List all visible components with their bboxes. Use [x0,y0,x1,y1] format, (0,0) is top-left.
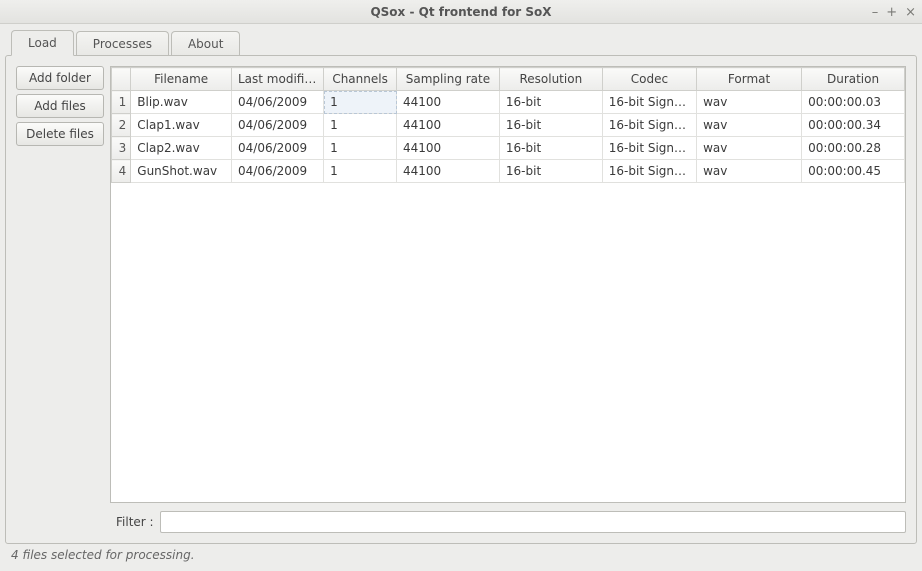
table-header-row: FilenameLast modifiedChannelsSampling ra… [112,68,905,91]
row-number: 4 [112,160,131,183]
table-row[interactable]: 2Clap1.wav04/06/200914410016-bit16-bit S… [112,114,905,137]
cell-duration[interactable]: 00:00:00.45 [802,160,905,183]
window-title: QSox - Qt frontend for SoX [0,5,922,19]
cell-duration[interactable]: 00:00:00.34 [802,114,905,137]
minimize-icon[interactable]: – [872,5,879,20]
cell-codec[interactable]: 16-bit Signed I... [602,91,696,114]
row-number: 2 [112,114,131,137]
tab-load[interactable]: Load [11,30,74,56]
add-folder-button[interactable]: Add folder [16,66,104,90]
col-header[interactable]: Format [697,68,802,91]
cell-format[interactable]: wav [697,91,802,114]
add-files-button[interactable]: Add files [16,94,104,118]
titlebar: QSox - Qt frontend for SoX – + × [0,0,922,24]
filter-input[interactable] [160,511,906,533]
cell-format[interactable]: wav [697,137,802,160]
col-header[interactable]: Duration [802,68,905,91]
tab-page-load: Add folder Add files Delete files Filena… [5,55,917,544]
cell-res[interactable]: 16-bit [499,160,602,183]
cell-duration[interactable]: 00:00:00.03 [802,91,905,114]
cell-res[interactable]: 16-bit [499,91,602,114]
cell-rate[interactable]: 44100 [397,137,500,160]
cell-channels[interactable]: 1 [324,91,397,114]
row-number: 1 [112,91,131,114]
tab-processes[interactable]: Processes [76,31,169,56]
maximize-icon[interactable]: + [886,5,897,20]
main-panel: Load Processes About Add folder Add file… [5,29,917,566]
cell-modified[interactable]: 04/06/2009 [232,160,324,183]
delete-files-label: Delete files [26,127,94,141]
table-row[interactable]: 4GunShot.wav04/06/200914410016-bit16-bit… [112,160,905,183]
file-table[interactable]: FilenameLast modifiedChannelsSampling ra… [111,67,905,183]
cell-channels[interactable]: 1 [324,160,397,183]
row-number: 3 [112,137,131,160]
filter-row: Filter : [16,511,906,533]
col-header[interactable]: Codec [602,68,696,91]
tab-load-label: Load [28,36,57,50]
tab-processes-label: Processes [93,37,152,51]
table-row[interactable]: 3Clap2.wav04/06/200914410016-bit16-bit S… [112,137,905,160]
cell-filename[interactable]: GunShot.wav [131,160,232,183]
filter-label: Filter : [116,515,154,529]
tab-strip: Load Processes About [5,29,917,55]
cell-res[interactable]: 16-bit [499,114,602,137]
cell-codec[interactable]: 16-bit Signed I... [602,160,696,183]
add-folder-label: Add folder [29,71,91,85]
cell-rate[interactable]: 44100 [397,160,500,183]
cell-res[interactable]: 16-bit [499,137,602,160]
col-header[interactable]: Sampling rate [397,68,500,91]
cell-channels[interactable]: 1 [324,137,397,160]
cell-rate[interactable]: 44100 [397,91,500,114]
col-header[interactable]: Filename [131,68,232,91]
cell-format[interactable]: wav [697,160,802,183]
add-files-label: Add files [34,99,86,113]
rownum-header [112,68,131,91]
col-header[interactable]: Channels [324,68,397,91]
cell-codec[interactable]: 16-bit Signed I... [602,114,696,137]
status-bar: 4 files selected for processing. [5,544,917,566]
table-empty-area [111,183,905,502]
cell-modified[interactable]: 04/06/2009 [232,91,324,114]
cell-filename[interactable]: Blip.wav [131,91,232,114]
status-text: 4 files selected for processing. [11,548,195,562]
table-row[interactable]: 1Blip.wav04/06/200914410016-bit16-bit Si… [112,91,905,114]
cell-modified[interactable]: 04/06/2009 [232,114,324,137]
delete-files-button[interactable]: Delete files [16,122,104,146]
window-controls: – + × [872,0,916,24]
col-header[interactable]: Last modified [232,68,324,91]
cell-filename[interactable]: Clap1.wav [131,114,232,137]
cell-format[interactable]: wav [697,114,802,137]
file-actions: Add folder Add files Delete files [16,66,104,503]
col-header[interactable]: Resolution [499,68,602,91]
cell-rate[interactable]: 44100 [397,114,500,137]
cell-modified[interactable]: 04/06/2009 [232,137,324,160]
tab-about[interactable]: About [171,31,240,56]
tab-body: Add folder Add files Delete files Filena… [16,66,906,503]
cell-channels[interactable]: 1 [324,114,397,137]
cell-duration[interactable]: 00:00:00.28 [802,137,905,160]
close-icon[interactable]: × [905,5,916,20]
file-table-wrap: FilenameLast modifiedChannelsSampling ra… [110,66,906,503]
tab-about-label: About [188,37,223,51]
cell-filename[interactable]: Clap2.wav [131,137,232,160]
cell-codec[interactable]: 16-bit Signed I... [602,137,696,160]
